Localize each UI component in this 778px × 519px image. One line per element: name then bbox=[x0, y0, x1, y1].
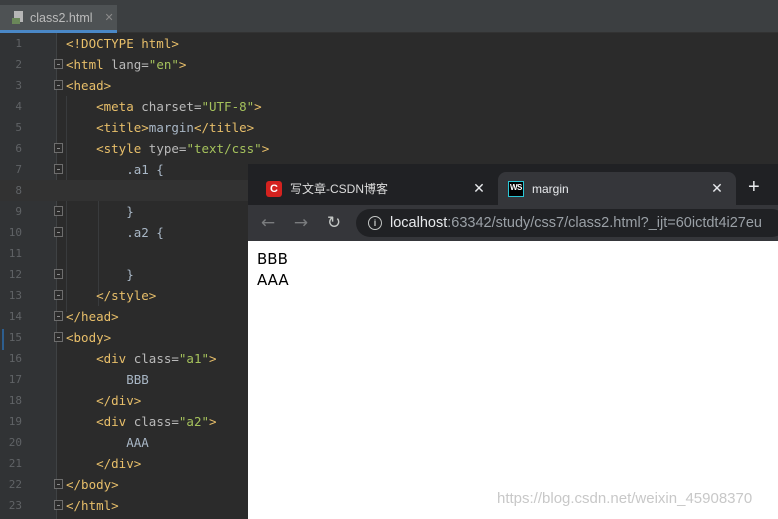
line-number: 1 bbox=[15, 37, 22, 50]
line-number: 8 bbox=[15, 184, 22, 197]
code-text: <title>margin</title> bbox=[96, 120, 255, 135]
code-text: </body> bbox=[66, 477, 119, 492]
line-number: 2 bbox=[15, 58, 22, 71]
line-number: 9 bbox=[15, 205, 22, 218]
url-host: localhost bbox=[390, 215, 448, 231]
code-text: } bbox=[66, 267, 134, 282]
code-text: </head> bbox=[66, 309, 119, 324]
webstorm-favicon-icon: WS bbox=[508, 180, 524, 197]
browser-tab-title: 写文章-CSDN博客 bbox=[290, 182, 388, 196]
address-bar[interactable]: i localhost:63342/study/css7/class2.html… bbox=[356, 209, 778, 237]
div-a2: AAA bbox=[257, 271, 289, 289]
line-number: 10 bbox=[8, 226, 22, 239]
new-tab-button[interactable]: + bbox=[748, 177, 760, 197]
code-line[interactable]: 5 <title>margin</title> bbox=[0, 117, 778, 138]
url-path: :63342/study/css7/class2.html?_ijt=60ict… bbox=[447, 215, 762, 231]
line-number: 22 bbox=[8, 478, 22, 491]
close-icon[interactable]: ✕ bbox=[470, 180, 488, 197]
fold-marker-icon[interactable] bbox=[54, 500, 63, 510]
line-number: 17 bbox=[8, 373, 22, 386]
code-text: .a1 { bbox=[66, 162, 164, 177]
fold-marker-icon[interactable] bbox=[54, 479, 63, 489]
fold-marker-icon[interactable] bbox=[54, 269, 63, 279]
code-text: AAA bbox=[66, 435, 149, 450]
code-text: <meta charset="UTF-8"> bbox=[96, 99, 262, 114]
fold-marker-icon[interactable] bbox=[54, 311, 63, 321]
code-text: </html> bbox=[66, 498, 119, 513]
fold-marker-icon[interactable] bbox=[54, 143, 63, 153]
editor-tab-label: class2.html bbox=[30, 10, 93, 25]
code-text: } bbox=[66, 204, 134, 219]
line-number: 16 bbox=[8, 352, 22, 365]
code-text: <div class="a2"> bbox=[96, 414, 217, 429]
line-number: 23 bbox=[8, 499, 22, 512]
editor-tab-bar: class2.html ✕ bbox=[0, 0, 778, 33]
code-text: </div> bbox=[96, 393, 142, 408]
line-number: 12 bbox=[8, 268, 22, 281]
page-viewport: BBB AAA bbox=[248, 241, 778, 519]
browser-tab-strip: C 写文章-CSDN博客 ✕ WS margin ✕ + bbox=[248, 164, 778, 205]
code-line[interactable]: 2 <html lang="en"> bbox=[0, 54, 778, 75]
line-number: 5 bbox=[15, 121, 22, 134]
line-number: 4 bbox=[15, 100, 22, 113]
line-number: 21 bbox=[8, 457, 22, 470]
watermark: https://blog.csdn.net/weixin_45908370 bbox=[497, 490, 753, 507]
code-text: <head> bbox=[66, 78, 112, 93]
line-number: 15 bbox=[8, 331, 22, 344]
csdn-favicon-icon: C bbox=[266, 180, 282, 197]
browser-tab-title: margin bbox=[532, 181, 569, 196]
line-number: 20 bbox=[8, 436, 22, 449]
fold-marker-icon[interactable] bbox=[54, 332, 63, 342]
fold-marker-icon[interactable] bbox=[54, 80, 63, 90]
fold-marker-icon[interactable] bbox=[54, 206, 63, 216]
code-text: </style> bbox=[96, 288, 157, 303]
code-line[interactable]: 3 <head> bbox=[0, 75, 778, 96]
line-number: 11 bbox=[8, 247, 22, 260]
line-number: 14 bbox=[8, 310, 22, 323]
code-line[interactable]: 4 <meta charset="UTF-8"> bbox=[0, 96, 778, 117]
line-number: 3 bbox=[15, 79, 22, 92]
close-icon[interactable]: ✕ bbox=[105, 11, 114, 24]
code-text: <div class="a1"> bbox=[96, 351, 217, 366]
info-icon[interactable]: i bbox=[368, 216, 382, 230]
code-text: <style type="text/css"> bbox=[96, 141, 270, 156]
div-a1: BBB bbox=[257, 250, 288, 268]
fold-marker-icon[interactable] bbox=[54, 290, 63, 300]
code-text: .a2 { bbox=[66, 225, 164, 240]
forward-arrow-icon[interactable]: → bbox=[289, 211, 313, 235]
line-number: 13 bbox=[8, 289, 22, 302]
line-number: 19 bbox=[8, 415, 22, 428]
editor-tab-class2[interactable]: class2.html ✕ bbox=[0, 5, 117, 33]
browser-window: C 写文章-CSDN博客 ✕ WS margin ✕ + ← → ↻ i loc… bbox=[248, 164, 778, 519]
fold-marker-icon[interactable] bbox=[54, 59, 63, 69]
code-text: BBB bbox=[66, 372, 149, 387]
fold-marker-icon[interactable] bbox=[54, 164, 63, 174]
code-text: <body> bbox=[66, 330, 112, 345]
back-arrow-icon[interactable]: ← bbox=[256, 211, 280, 235]
code-text: <!DOCTYPE html> bbox=[66, 36, 179, 51]
line-number: 6 bbox=[15, 142, 22, 155]
code-line[interactable]: 1 <!DOCTYPE html> bbox=[0, 33, 778, 54]
close-icon[interactable]: ✕ bbox=[708, 180, 726, 197]
line-number: 18 bbox=[8, 394, 22, 407]
code-text: <html lang="en"> bbox=[66, 57, 187, 72]
code-text: </div> bbox=[96, 456, 142, 471]
browser-tab-csdn[interactable]: C 写文章-CSDN博客 ✕ bbox=[256, 172, 498, 205]
line-number: 7 bbox=[15, 163, 22, 176]
code-line[interactable]: 6 <style type="text/css"> bbox=[0, 138, 778, 159]
browser-tab-margin[interactable]: WS margin ✕ bbox=[498, 172, 736, 205]
fold-marker-icon[interactable] bbox=[54, 227, 63, 237]
browser-toolbar: ← → ↻ i localhost:63342/study/css7/class… bbox=[248, 205, 778, 241]
html-file-icon bbox=[12, 11, 25, 24]
reload-icon[interactable]: ↻ bbox=[322, 211, 346, 235]
